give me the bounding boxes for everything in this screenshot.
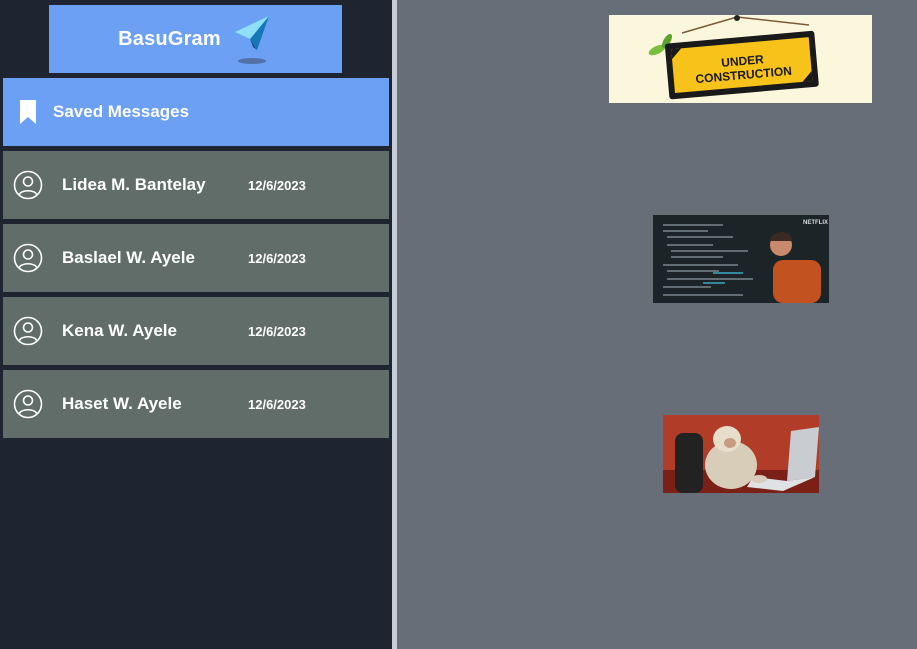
chat-date: 12/6/2023 <box>248 250 306 266</box>
user-circle-icon <box>13 316 43 346</box>
chat-item[interactable]: Haset W. Ayele 12/6/2023 <box>3 370 389 438</box>
chat-item[interactable]: Lidea M. Bantelay 12/6/2023 <box>3 151 389 219</box>
under-construction-image: UNDER CONSTRUCTION <box>609 15 872 103</box>
chat-item[interactable]: Baslael W. Ayele 12/6/2023 <box>3 224 389 292</box>
chat-date: 12/6/2023 <box>248 177 306 193</box>
monkey-at-laptop-graphic <box>663 415 819 493</box>
sidebar: BasuGram Saved Messages Lidea M. Bantela… <box>0 0 392 649</box>
user-circle-icon <box>13 389 43 419</box>
chat-date: 12/6/2023 <box>248 323 306 339</box>
bookmark-icon <box>20 100 36 124</box>
chat-date: 12/6/2023 <box>248 396 306 412</box>
chat-name: Lidea M. Bantelay <box>62 175 206 194</box>
app-header: BasuGram <box>49 5 342 73</box>
paper-plane-icon <box>234 16 269 64</box>
chat-list: Lidea M. Bantelay 12/6/2023 Baslael W. A… <box>3 151 389 443</box>
typing-monkey-gif-image <box>663 415 819 493</box>
chat-item[interactable]: Kena W. Ayele 12/6/2023 <box>3 297 389 365</box>
main-panel: UNDER CONSTRUCTION NETFLIX <box>397 0 917 649</box>
chat-name: Baslael W. Ayele <box>62 248 195 267</box>
netflix-badge: NETFLIX <box>803 220 828 226</box>
under-construction-sign-graphic: UNDER CONSTRUCTION <box>609 15 872 103</box>
saved-messages-button[interactable]: Saved Messages <box>3 78 389 146</box>
saved-messages-label: Saved Messages <box>53 102 190 121</box>
chat-name: Kena W. Ayele <box>62 321 177 340</box>
user-circle-icon <box>13 243 43 273</box>
user-circle-icon <box>13 170 43 200</box>
chat-name: Haset W. Ayele <box>62 394 182 413</box>
coding-gif-image: NETFLIX <box>653 215 829 303</box>
coding-scene-graphic: NETFLIX <box>653 215 829 303</box>
app-title: BasuGram <box>118 27 221 50</box>
